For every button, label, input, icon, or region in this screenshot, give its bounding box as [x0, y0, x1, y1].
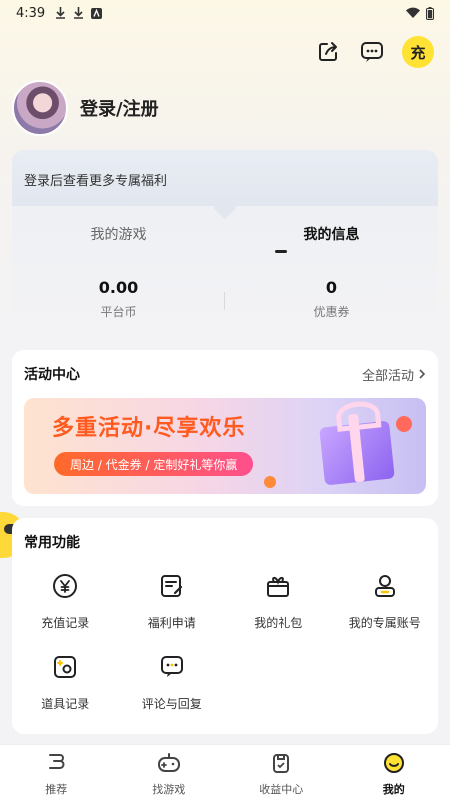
platform-coin-label: 平台币 [100, 305, 137, 319]
banner-tags: 周边 / 代金券 / 定制好礼等你赢 [54, 452, 254, 476]
recommend-icon [44, 751, 68, 775]
stats-row: 0.00 平台币 0 优惠券 [12, 278, 438, 320]
coin-decoration [396, 416, 412, 432]
active-tab-indicator [275, 250, 287, 253]
nav-mine-label: 我的 [382, 783, 405, 796]
gift-icon [264, 572, 292, 600]
coupon-label: 优惠券 [313, 305, 350, 319]
exclusive-account-label: 我的专属账号 [348, 616, 421, 630]
all-activities-link[interactable]: 全部活动 [362, 365, 426, 384]
platform-coin-value: 0.00 [98, 278, 139, 297]
wifi-icon [406, 7, 420, 19]
message-icon [361, 42, 383, 62]
account-icon [371, 572, 399, 600]
recharge-button[interactable]: 充 [402, 36, 434, 68]
bottom-nav: 推荐 找游戏 收益中心 我的 [0, 744, 450, 800]
header-actions: 充 [314, 36, 434, 68]
app-notification-icon [91, 7, 103, 19]
recharge-record-item[interactable]: 充值记录 [12, 572, 119, 631]
coupon-stat[interactable]: 0 优惠券 [225, 278, 438, 320]
battery-icon [426, 6, 434, 20]
activity-center-title: 活动中心 [24, 367, 80, 383]
avatar[interactable] [12, 80, 68, 136]
activity-banner[interactable]: 多重活动·尽享欢乐 周边 / 代金券 / 定制好礼等你赢 [24, 398, 426, 494]
item-record-label: 道具记录 [41, 697, 90, 711]
banner-title: 多重活动·尽享欢乐 [52, 416, 246, 441]
common-functions-card: 常用功能 充值记录 福利申请 我的礼包 我的专属账号 道具记录 评论与回复 [12, 518, 438, 734]
all-activities-label: 全部活动 [361, 368, 414, 384]
tab-my-games[interactable]: 我的游戏 [12, 224, 225, 244]
my-gift-pack-item[interactable]: 我的礼包 [225, 572, 332, 631]
nav-find-games[interactable]: 找游戏 [113, 745, 226, 800]
status-notification-icons [55, 7, 103, 19]
gift-box-illustration [319, 420, 395, 486]
profile-header[interactable]: 登录/注册 [12, 80, 159, 136]
welfare-apply-label: 福利申请 [147, 616, 196, 630]
download-icon [74, 7, 84, 19]
status-bar: 4:39 [0, 0, 450, 26]
my-gift-pack-label: 我的礼包 [254, 616, 303, 630]
message-button[interactable] [358, 38, 386, 66]
share-button[interactable] [314, 38, 342, 66]
chevron-right-icon [419, 369, 426, 379]
common-functions-title: 常用功能 [24, 535, 80, 551]
comments-replies-item[interactable]: 评论与回复 [119, 653, 226, 712]
share-icon [319, 42, 337, 61]
stats-divider [224, 292, 225, 310]
coupon-value: 0 [325, 278, 338, 297]
nav-recommend-label: 推荐 [45, 783, 68, 796]
recharge-record-label: 充值记录 [41, 616, 90, 630]
info-card: 登录后查看更多专属福利 我的游戏 我的信息 0.00 平台币 0 优惠券 [12, 150, 438, 334]
nav-recommend[interactable]: 推荐 [0, 745, 113, 800]
platform-coin-stat[interactable]: 0.00 平台币 [12, 278, 225, 320]
functions-grid: 充值记录 福利申请 我的礼包 我的专属账号 道具记录 评论与回复 [12, 572, 438, 712]
item-icon [51, 653, 79, 681]
earnings-icon [269, 751, 293, 775]
nav-earnings-center-label: 收益中心 [259, 783, 304, 796]
apply-icon [158, 572, 186, 600]
comments-replies-label: 评论与回复 [141, 697, 202, 711]
gamepad-icon [157, 751, 181, 775]
coin-decoration [264, 476, 276, 488]
welfare-apply-item[interactable]: 福利申请 [119, 572, 226, 631]
nav-earnings-center[interactable]: 收益中心 [225, 745, 338, 800]
comment-icon [158, 653, 186, 681]
nav-find-games-label: 找游戏 [152, 783, 186, 796]
status-time: 4:39 [16, 5, 46, 21]
recharge-icon [51, 572, 79, 600]
nav-mine[interactable]: 我的 [338, 745, 450, 800]
info-tabs: 我的游戏 我的信息 [12, 224, 438, 244]
activity-center-card: 活动中心 全部活动 多重活动·尽享欢乐 周边 / 代金券 / 定制好礼等你赢 [12, 350, 438, 506]
exclusive-account-item[interactable]: 我的专属账号 [332, 572, 439, 631]
profile-icon [382, 751, 406, 775]
login-register-link[interactable]: 登录/注册 [80, 95, 159, 121]
download-icon [56, 7, 66, 19]
tab-my-info[interactable]: 我的信息 [225, 224, 438, 244]
item-record-item[interactable]: 道具记录 [12, 653, 119, 712]
